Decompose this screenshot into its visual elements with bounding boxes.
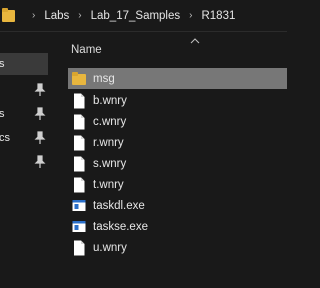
file-row[interactable]: taskse.exe xyxy=(68,216,287,237)
sidebar-item-selected[interactable]: s xyxy=(0,53,48,75)
sidebar-item[interactable]: cs xyxy=(0,127,48,149)
breadcrumb-item-r1831[interactable]: R1831 xyxy=(201,10,235,22)
sidebar-item[interactable] xyxy=(0,151,48,173)
file-name: u.wnry xyxy=(93,241,127,254)
file-name: b.wnry xyxy=(93,94,127,107)
file-name: taskdl.exe xyxy=(93,199,145,212)
file-row-folder[interactable]: msg xyxy=(68,68,287,89)
sidebar-item-label: cs xyxy=(0,132,10,144)
file-name: t.wnry xyxy=(93,178,124,191)
column-header[interactable]: Name xyxy=(52,33,287,65)
file-row[interactable]: r.wnry xyxy=(68,132,287,153)
file-row[interactable]: s.wnry xyxy=(68,153,287,174)
file-row[interactable]: u.wnry xyxy=(68,237,287,258)
column-header-name[interactable]: Name xyxy=(71,44,102,56)
breadcrumb-item-labs[interactable]: Labs xyxy=(44,10,69,22)
chevron-right-icon[interactable]: › xyxy=(32,10,35,21)
file-row[interactable]: t.wnry xyxy=(68,174,287,195)
file-icon xyxy=(72,114,86,130)
file-icon xyxy=(72,93,86,109)
file-name: s.wnry xyxy=(93,157,127,170)
file-row[interactable]: taskdl.exe xyxy=(68,195,287,216)
chevron-right-icon[interactable]: › xyxy=(78,10,81,21)
chevron-right-icon[interactable]: › xyxy=(189,10,192,21)
file-icon xyxy=(72,156,86,172)
exe-icon xyxy=(72,198,86,214)
file-name: taskse.exe xyxy=(93,220,148,233)
folder-icon xyxy=(72,71,86,87)
breadcrumb[interactable]: › Labs › Lab_17_Samples › R1831 xyxy=(0,0,287,32)
pin-icon xyxy=(34,107,46,121)
file-explorer-window: › Labs › Lab_17_Samples › R1831 s s cs N… xyxy=(0,0,287,288)
sidebar-item-label: s xyxy=(0,108,5,120)
navigation-pane: s s cs xyxy=(0,33,48,288)
pin-icon xyxy=(34,83,46,97)
sidebar-item[interactable]: s xyxy=(0,103,48,125)
file-row[interactable]: c.wnry xyxy=(68,111,287,132)
pin-icon xyxy=(34,131,46,145)
file-name: c.wnry xyxy=(93,115,127,128)
file-name: r.wnry xyxy=(93,136,124,149)
file-icon xyxy=(72,177,86,193)
file-row[interactable]: b.wnry xyxy=(68,90,287,111)
sort-up-icon xyxy=(189,33,201,44)
file-icon xyxy=(72,135,86,151)
file-name: msg xyxy=(93,72,115,85)
file-icon xyxy=(72,240,86,256)
folder-icon xyxy=(2,8,15,23)
file-list: Name msg b.wnry c.wnry r.wnry s.wnry t.w… xyxy=(52,33,287,288)
sidebar-item-label: s xyxy=(0,58,5,70)
breadcrumb-item-lab-17-samples[interactable]: Lab_17_Samples xyxy=(91,10,181,22)
sidebar-item[interactable] xyxy=(0,79,48,101)
exe-icon xyxy=(72,219,86,235)
pin-icon xyxy=(34,155,46,169)
